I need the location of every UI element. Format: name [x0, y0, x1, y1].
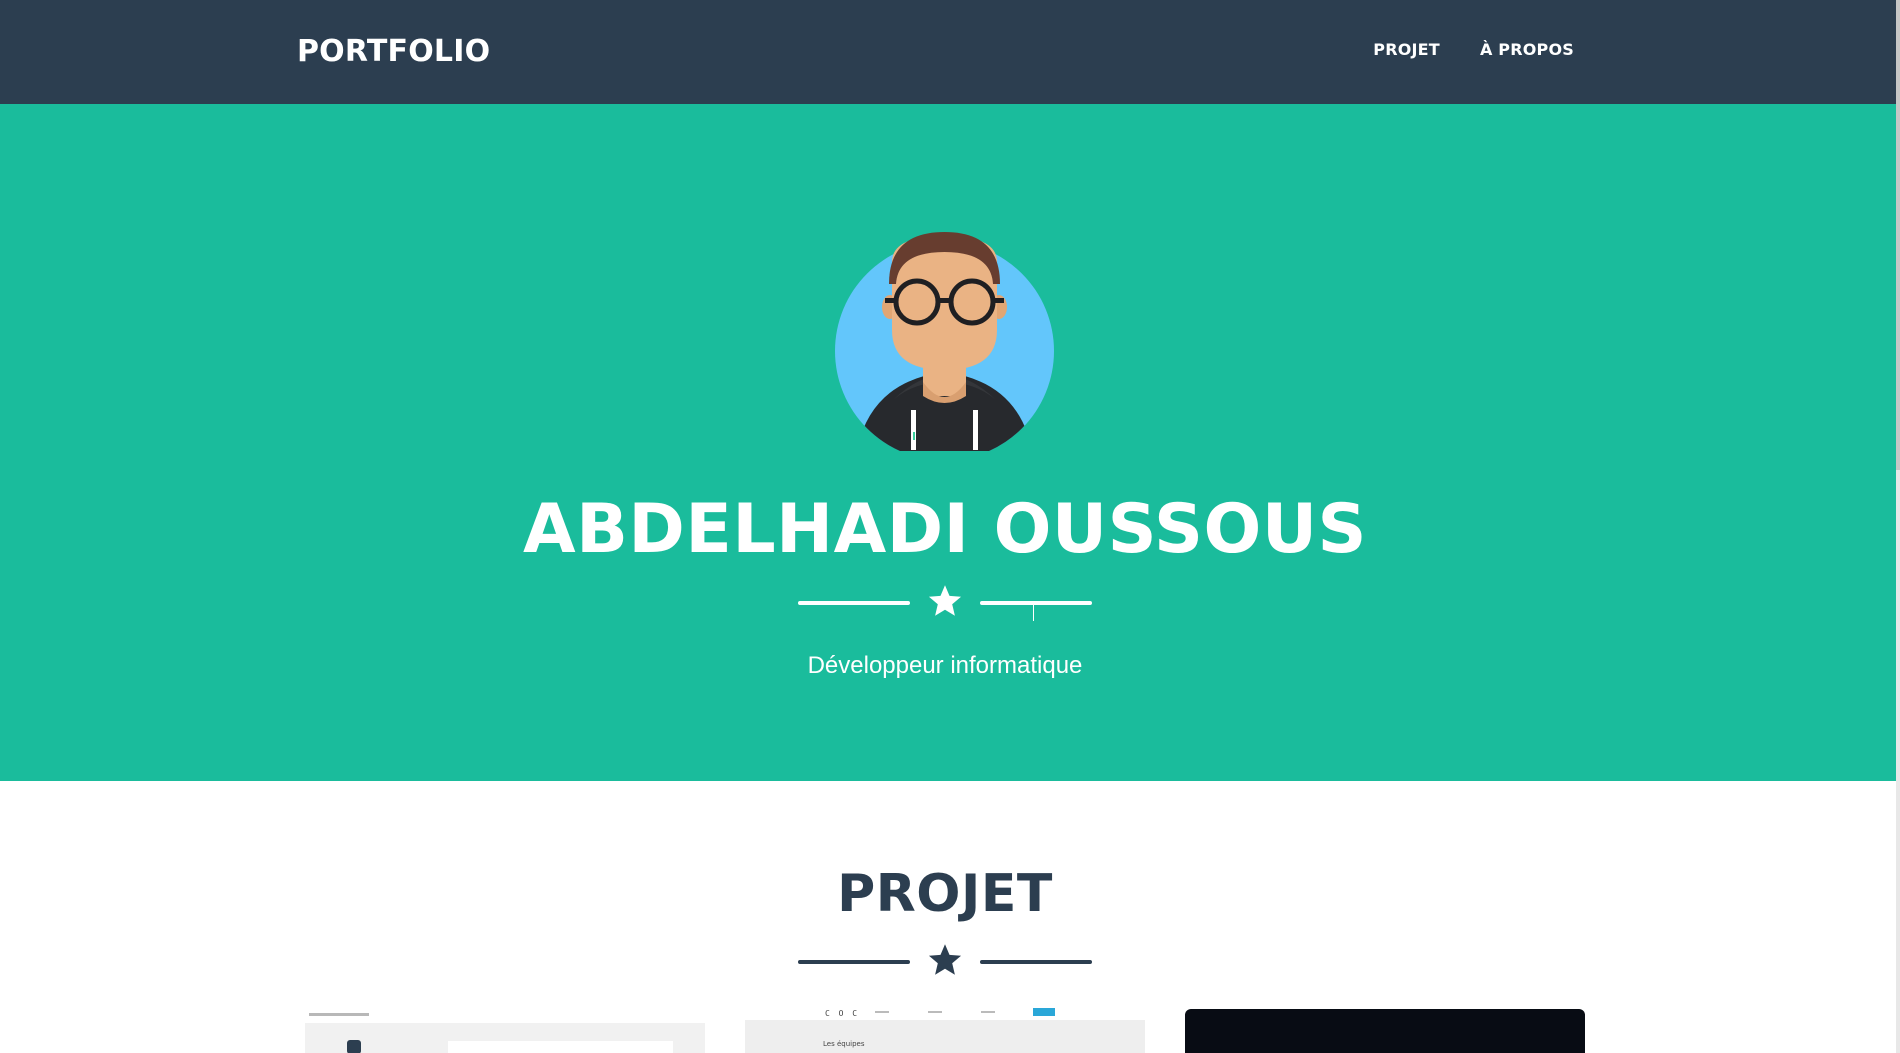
hero-subtitle: Développeur informatique — [807, 652, 1083, 679]
card-thumbnail-brand: C O C — [825, 1009, 860, 1018]
card-thumbnail-caption: Les équipes — [823, 1040, 865, 1048]
card-thumbnail-menu-item — [981, 1011, 995, 1013]
star-icon — [928, 944, 962, 975]
nav-link-projet[interactable]: PROJET — [1373, 40, 1440, 59]
hero-name: ABDELHADI OUSSOUS — [522, 490, 1368, 569]
projects-title: PROJET — [837, 864, 1053, 924]
page: PORTFOLIO PROJET À PROPOS ABDELHADI OUSS… — [0, 0, 1900, 1053]
nav-link-a-propos[interactable]: À PROPOS — [1480, 40, 1574, 59]
card-thumbnail-panel — [448, 1041, 673, 1053]
divider-line-left — [798, 960, 910, 964]
divider-line-right — [980, 960, 1092, 964]
projects-divider — [798, 942, 1092, 982]
project-card-3[interactable] — [1185, 1009, 1585, 1053]
project-card-1[interactable] — [305, 1008, 705, 1053]
divider-line-left — [798, 601, 910, 605]
card-thumbnail-logo — [347, 1040, 361, 1053]
hero-section: ABDELHADI OUSSOUS Développeur informatiq… — [0, 104, 1896, 781]
scrollbar-thumb[interactable] — [1896, 0, 1900, 470]
text-cursor — [1033, 603, 1034, 621]
star-icon — [928, 585, 962, 616]
brand-link[interactable]: PORTFOLIO — [297, 34, 490, 69]
project-card-2[interactable]: C O C Les équipes — [745, 1008, 1145, 1053]
scrollbar[interactable] — [1896, 0, 1900, 1053]
card-thumbnail-menu-item — [928, 1011, 942, 1013]
card-thumbnail-menu-item — [875, 1011, 889, 1013]
hero-divider — [798, 583, 1092, 623]
card-thumbnail-body — [745, 1020, 1145, 1053]
developer-avatar-icon — [835, 232, 1054, 451]
divider-line-right — [980, 601, 1092, 605]
card-thumbnail-button — [1033, 1008, 1055, 1016]
navbar: PORTFOLIO PROJET À PROPOS — [0, 0, 1896, 104]
nav-links: PROJET À PROPOS — [1373, 40, 1574, 59]
card-thumbnail-header — [309, 1013, 369, 1016]
